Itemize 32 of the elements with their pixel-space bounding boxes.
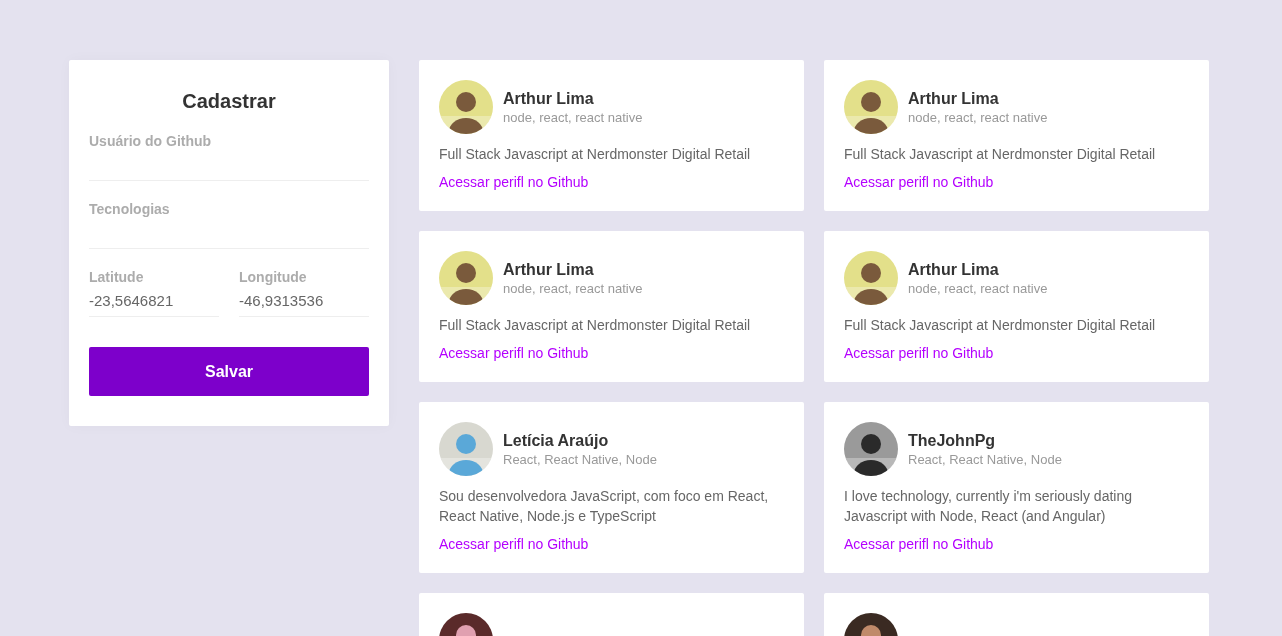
dev-techs: node, react, react native (503, 280, 643, 296)
save-button[interactable]: Salvar (89, 347, 369, 396)
input-field[interactable]: -46,9313536 (239, 285, 369, 317)
dev-name: Arthur Lima (503, 89, 595, 108)
dev-name: Arthur Lima (908, 89, 1000, 108)
dev-name: Arthur Lima (503, 260, 595, 279)
input-field[interactable]: -23,5646821 (89, 285, 219, 317)
dev-techs: node, react, react native (908, 109, 1048, 125)
field-label: Usuário do Github (89, 133, 213, 149)
dev-bio: I love technology, currently i'm seriously dating Javascript with Node, React (and Angular) (844, 487, 1133, 526)
field-label: Longitude (239, 269, 308, 285)
field-label: Latitude (89, 269, 145, 285)
form-title: Cadastrar (181, 90, 277, 113)
field-label: Tecnologias (89, 201, 171, 217)
dev-bio: Full Stack Javascript at Nerdmonster Digital Retail (844, 316, 1157, 335)
dev-name: Arthur Lima (908, 260, 1000, 279)
dev-techs: node, react, react native (908, 280, 1048, 296)
dev-bio: Full Stack Javascript at Nerdmonster Digital Retail (844, 145, 1157, 164)
dev-techs: node, react, react native (503, 109, 643, 125)
dev-name: TheJohnPg (908, 431, 997, 450)
github-link[interactable]: Acessar perifl no Github (439, 345, 589, 361)
github-link[interactable]: Acessar perifl no Github (844, 536, 994, 552)
github-link[interactable]: Acessar perifl no Github (439, 536, 589, 552)
dev-bio: Sou desenvolvedora JavaScript, com foco em React, React Native, Node.js e TypeScript (439, 487, 770, 526)
github-link[interactable]: Acessar perifl no Github (844, 345, 994, 361)
dev-techs: React, React Native, Node (908, 451, 1062, 467)
github-link[interactable]: Acessar perifl no Github (844, 174, 994, 190)
github-link[interactable]: Acessar perifl no Github (439, 174, 589, 190)
dev-techs: React, React Native, Node (503, 451, 657, 467)
dev-name: Letícia Araújo (503, 431, 610, 450)
dev-bio: Full Stack Javascript at Nerdmonster Digital Retail (439, 145, 752, 164)
dev-bio: Full Stack Javascript at Nerdmonster Digital Retail (439, 316, 752, 335)
